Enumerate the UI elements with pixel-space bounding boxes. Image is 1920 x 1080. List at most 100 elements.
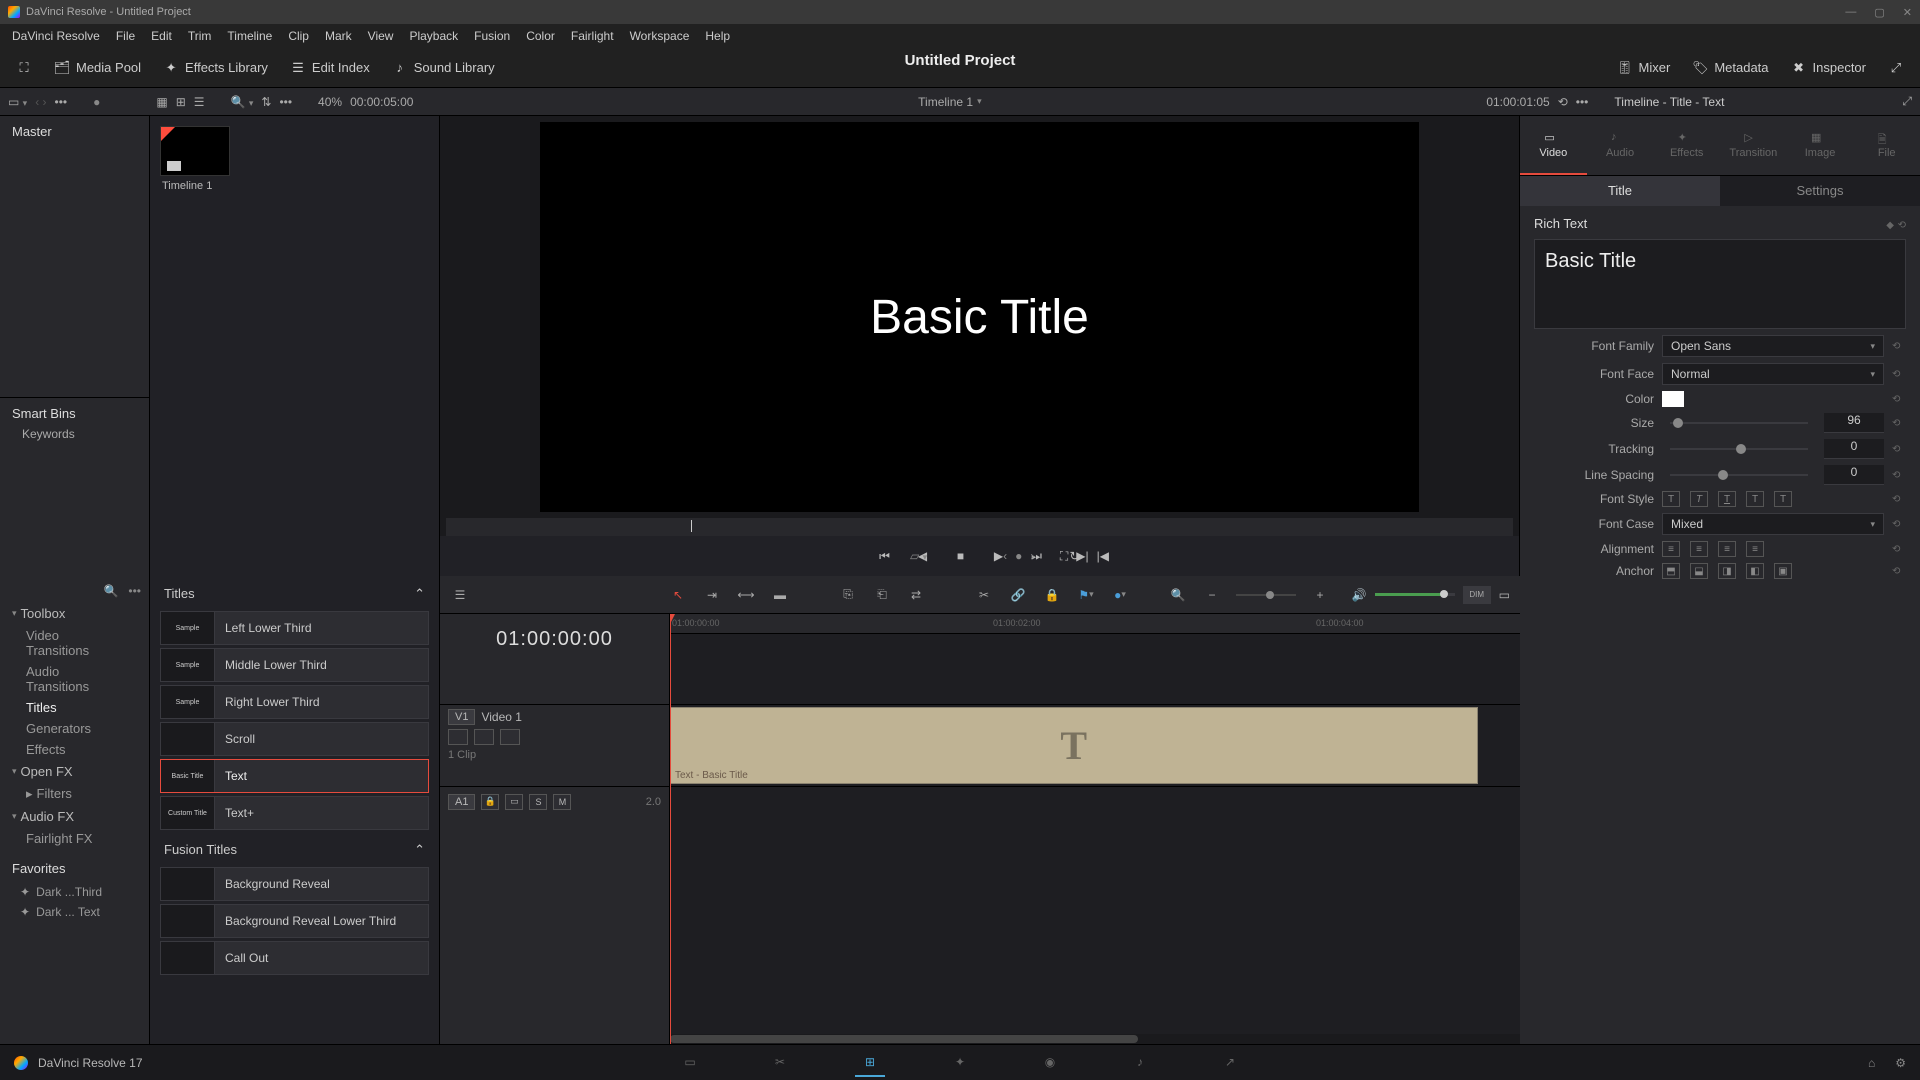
minimize-icon[interactable]: — <box>1845 6 1856 19</box>
viewer-timecode[interactable]: 01:00:01:05 <box>1486 95 1549 109</box>
timeline-ruler[interactable]: 01:00:00:00 01:00:02:00 01:00:04:00 <box>670 614 1520 634</box>
richtext-input[interactable]: Basic Title <box>1534 239 1906 329</box>
inspector-button[interactable]: ✖Inspector <box>1785 56 1872 80</box>
clip-thumbnail[interactable] <box>160 126 230 176</box>
razor-icon[interactable]: ✂ <box>974 585 994 605</box>
list-view-icon[interactable]: ☰ <box>194 95 205 109</box>
tracking-value[interactable]: 0 <box>1824 439 1884 459</box>
sort-icon[interactable]: ⇅ <box>261 95 271 109</box>
fullscreen-button[interactable]: ⛶ <box>10 56 38 80</box>
title-item[interactable]: Custom TitleText+ <box>160 796 429 830</box>
close-icon[interactable]: ✕ <box>1903 6 1912 19</box>
smartbin-keywords[interactable]: Keywords <box>12 421 137 447</box>
fairlight-page-icon[interactable]: ♪ <box>1125 1049 1155 1077</box>
reset-icon[interactable]: ⟲ <box>1892 470 1906 481</box>
menu-fusion[interactable]: Fusion <box>468 29 516 43</box>
menu-workspace[interactable]: Workspace <box>624 29 696 43</box>
menu-help[interactable]: Help <box>699 29 736 43</box>
mute-icon[interactable]: ▭ <box>1499 588 1510 602</box>
effects-library-button[interactable]: ✦Effects Library <box>157 56 274 80</box>
viewer-zoom[interactable]: 40% <box>318 95 342 109</box>
linespacing-value[interactable]: 0 <box>1824 465 1884 485</box>
lock-audio-icon[interactable]: 🔒 <box>481 794 499 810</box>
reset-icon[interactable]: ⟲ <box>1892 369 1906 380</box>
anchor-tc-icon[interactable]: ⬓ <box>1690 563 1708 579</box>
mixer-button[interactable]: 🎚Mixer <box>1611 56 1677 80</box>
blade-tool-icon[interactable]: ▬ <box>770 585 790 605</box>
title-item[interactable]: SampleRight Lower Third <box>160 685 429 719</box>
menu-file[interactable]: File <box>110 29 141 43</box>
gang-icon[interactable]: ⟲ <box>1558 95 1568 109</box>
speaker-icon[interactable]: 🔊 <box>1352 588 1367 602</box>
favorite-item[interactable]: ✦Dark ...Third <box>0 882 149 902</box>
anchor-tr-icon[interactable]: ◨ <box>1718 563 1736 579</box>
anchor-tl-icon[interactable]: ⬒ <box>1662 563 1680 579</box>
style-italic-icon[interactable]: T <box>1690 491 1708 507</box>
audio-track-1[interactable] <box>670 786 1520 816</box>
title-item[interactable]: Scroll <box>160 722 429 756</box>
more-icon[interactable]: ••• <box>55 95 68 109</box>
style-underline-icon[interactable]: T <box>1718 491 1736 507</box>
anchor-mc-icon[interactable]: ▣ <box>1774 563 1792 579</box>
align-justify-icon[interactable]: ≡ <box>1746 541 1764 557</box>
marker-icon[interactable]: ● ▾ <box>1110 585 1130 605</box>
zoom-slider-minus-icon[interactable]: − <box>1202 585 1222 605</box>
style-super-icon[interactable]: T <box>1746 491 1764 507</box>
fx-search-icon[interactable]: 🔍 <box>103 584 118 598</box>
menu-trim[interactable]: Trim <box>182 29 218 43</box>
search-timeline-icon[interactable]: 🔍 <box>1168 585 1188 605</box>
inspector-tab-video[interactable]: ▭Video <box>1520 116 1587 175</box>
font-face-select[interactable]: Normal▾ <box>1662 363 1884 385</box>
inspector-tab-effects[interactable]: ✦Effects <box>1653 116 1720 175</box>
viewer-canvas[interactable]: Basic Title <box>540 122 1419 512</box>
insert-icon[interactable]: ⎘ <box>838 585 858 605</box>
opts-icon[interactable]: ••• <box>279 95 292 109</box>
track-tag-v1[interactable]: V1 <box>448 709 475 725</box>
overwrite-icon[interactable]: ⎗ <box>872 585 892 605</box>
timeline-selector[interactable]: Timeline 1▾ <box>918 95 981 109</box>
master-bin[interactable]: Master <box>0 116 149 147</box>
reset-icon[interactable]: ⟲ <box>1892 394 1906 405</box>
media-page-icon[interactable]: ▭ <box>675 1049 705 1077</box>
menu-timeline[interactable]: Timeline <box>221 29 278 43</box>
transform-icon[interactable]: ▱ ▾ <box>910 549 927 563</box>
next-clip-icon[interactable]: ▶| <box>1076 549 1088 563</box>
menu-color[interactable]: Color <box>520 29 561 43</box>
cat-titles[interactable]: Titles <box>0 697 149 718</box>
edit-index-button[interactable]: ☰Edit Index <box>284 56 376 80</box>
deliver-page-icon[interactable]: ↗ <box>1215 1049 1245 1077</box>
reset-icon[interactable]: ⟲ <box>1892 566 1906 577</box>
style-normal-icon[interactable]: T <box>1662 491 1680 507</box>
fusion-page-icon[interactable]: ✦ <box>945 1049 975 1077</box>
reset-icon[interactable]: ⟲ <box>1892 341 1906 352</box>
style-sub-icon[interactable]: T <box>1774 491 1792 507</box>
fusion-title-item[interactable]: Call Out <box>160 941 429 975</box>
anchor-ml-icon[interactable]: ◧ <box>1746 563 1764 579</box>
selection-tool-icon[interactable]: ↖ <box>668 585 688 605</box>
fusion-title-item[interactable]: Background Reveal Lower Third <box>160 904 429 938</box>
inspector-expand-icon[interactable]: ⤢ <box>1902 94 1912 109</box>
lock-track-icon[interactable] <box>448 729 468 745</box>
align-right-icon[interactable]: ≡ <box>1718 541 1736 557</box>
cat-fairlightfx[interactable]: Fairlight FX <box>0 828 149 849</box>
dynamic-trim-icon[interactable]: ⟷ <box>736 585 756 605</box>
timeline-tracks[interactable]: 01:00:00:00 01:00:02:00 01:00:04:00 T Te… <box>670 614 1520 1044</box>
mediapool-button[interactable]: 🗂Media Pool <box>48 56 147 80</box>
title-item-text[interactable]: Basic TitleText <box>160 759 429 793</box>
prev-edit-icon[interactable]: ‹ <box>1003 549 1007 563</box>
timeline-view-icon[interactable]: ☰ <box>450 585 470 605</box>
cat-openfx[interactable]: ▾Open FX <box>0 760 149 783</box>
reset-icon[interactable]: ⟲ <box>1898 220 1906 231</box>
home-icon[interactable]: ⌂ <box>1868 1056 1875 1070</box>
solo-icon[interactable]: S <box>529 794 547 810</box>
edit-page-icon[interactable]: ⊞ <box>855 1049 885 1077</box>
menu-view[interactable]: View <box>362 29 400 43</box>
dim-button[interactable]: DIM <box>1463 586 1491 604</box>
cat-audiofx[interactable]: ▾Audio FX <box>0 805 149 828</box>
fusion-title-item[interactable]: Background Reveal <box>160 867 429 901</box>
thumb-view-icon[interactable]: ▦ <box>156 95 167 109</box>
sound-library-button[interactable]: ♪Sound Library <box>386 56 501 80</box>
disable-track-icon[interactable] <box>500 729 520 745</box>
fx-opts-icon[interactable]: ••• <box>128 584 141 598</box>
viewer-opts-icon[interactable]: ••• <box>1576 95 1589 109</box>
